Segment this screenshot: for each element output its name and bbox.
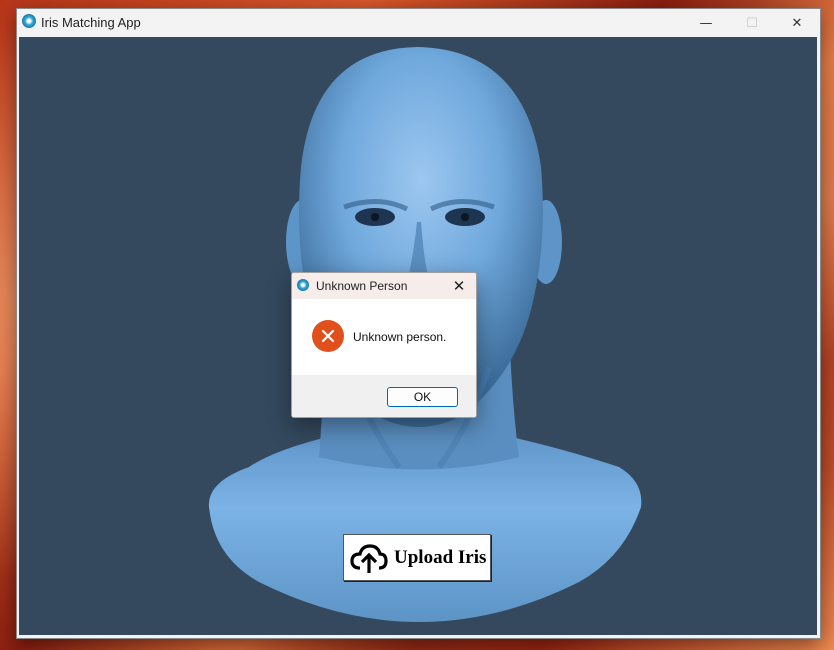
window-titlebar[interactable]: Iris Matching App — ☐ ✕ bbox=[17, 9, 820, 37]
minimize-button[interactable]: — bbox=[683, 9, 729, 37]
app-logo-icon bbox=[297, 279, 309, 291]
ok-button[interactable]: OK bbox=[387, 387, 458, 407]
upload-button-label: Upload Iris bbox=[394, 546, 487, 568]
dialog-message: Unknown person. bbox=[353, 330, 447, 344]
unknown-person-dialog: Unknown Person ✕ Unknown person. OK bbox=[291, 272, 477, 418]
app-logo-icon bbox=[22, 14, 36, 28]
dialog-body: Unknown person. bbox=[292, 299, 476, 375]
close-button[interactable]: ✕ bbox=[774, 9, 820, 37]
cloud-upload-icon bbox=[350, 543, 388, 573]
dialog-titlebar[interactable]: Unknown Person ✕ bbox=[292, 273, 476, 299]
dialog-footer: OK bbox=[292, 375, 476, 417]
upload-iris-button[interactable]: Upload Iris bbox=[343, 534, 491, 581]
dialog-close-button[interactable]: ✕ bbox=[448, 275, 470, 297]
error-icon bbox=[312, 320, 344, 352]
window-title: Iris Matching App bbox=[41, 15, 141, 30]
maximize-button[interactable]: ☐ bbox=[729, 9, 775, 37]
dialog-title: Unknown Person bbox=[316, 279, 408, 293]
